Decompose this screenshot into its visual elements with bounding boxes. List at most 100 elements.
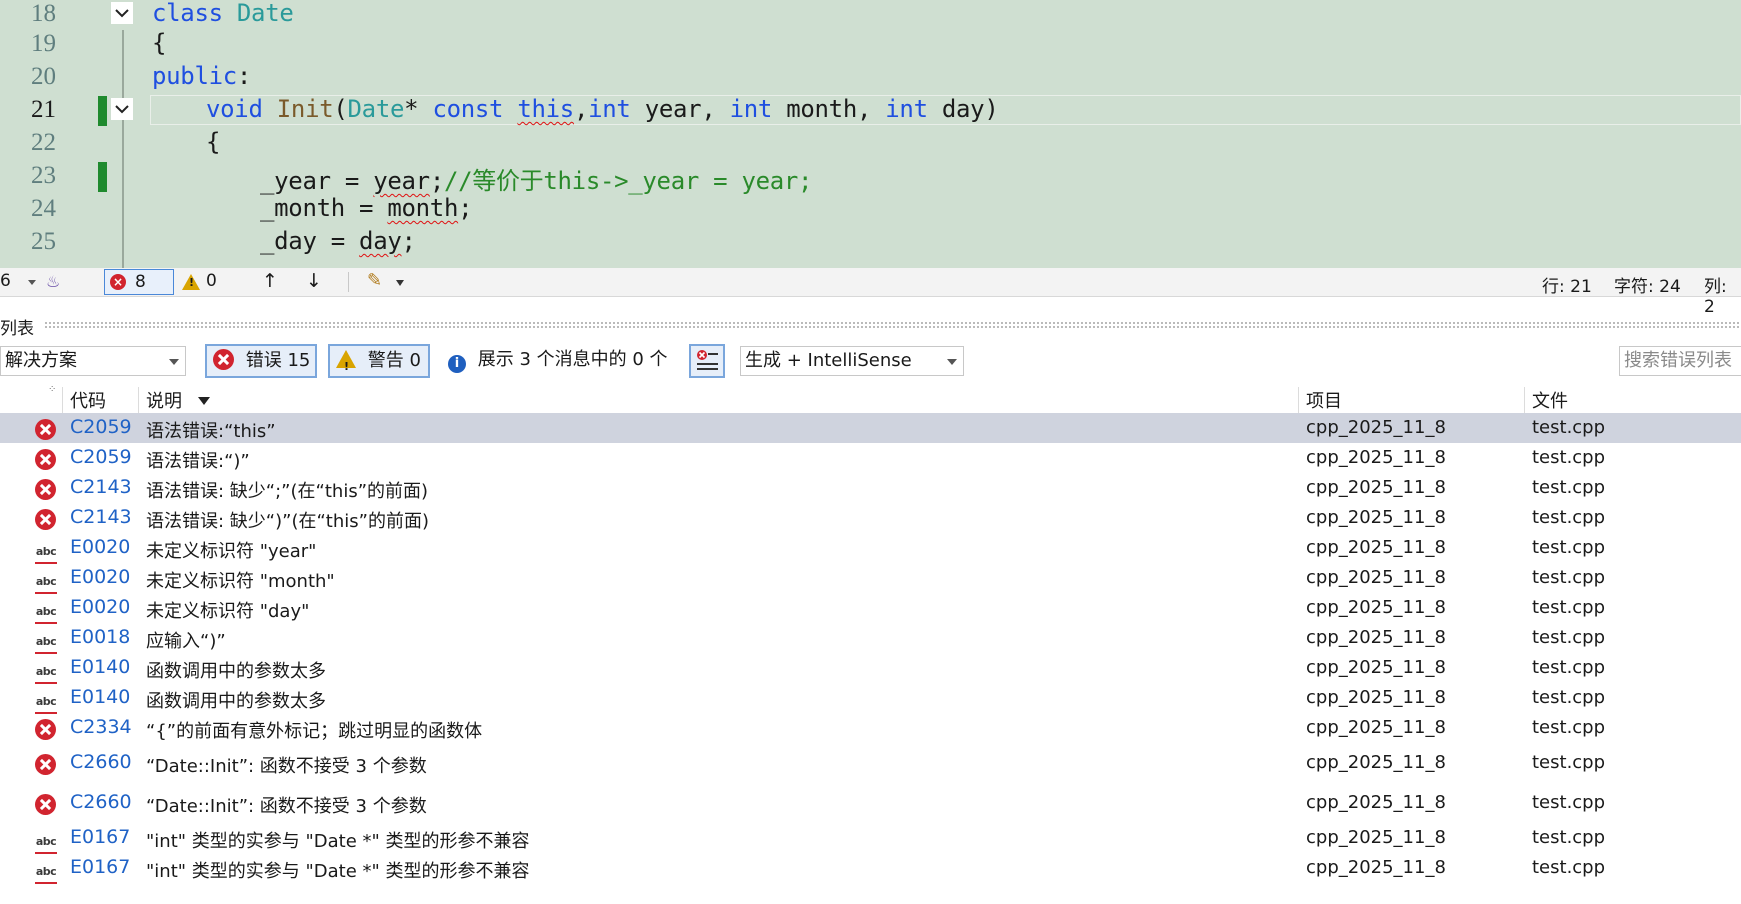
error-description: “Date::Init”: 函数不接受 3 个参数: [146, 756, 427, 777]
warnings-filter-button[interactable]: 警告 0: [328, 344, 430, 382]
filter-options-button[interactable]: [689, 344, 725, 378]
table-row[interactable]: abc E0020 未定义标识符 "year" cpp_2025_11_8 test.c…: [0, 533, 1741, 564]
table-row[interactable]: abc E0167 "int" 类型的实参与 "Date *" 类型的形参不兼容 cp…: [0, 853, 1741, 884]
divider: [348, 272, 349, 292]
code-line-19[interactable]: 19 {: [0, 28, 1741, 61]
intellicode-icon[interactable]: ♨: [46, 272, 60, 291]
line-number: 20: [31, 63, 56, 90]
spell-check-icon: abc: [35, 659, 57, 684]
error-code-link[interactable]: C2143: [70, 476, 132, 498]
code-line-18[interactable]: 18 class Date: [0, 0, 1741, 31]
code-text: _month = month;: [260, 194, 473, 222]
error-code-link[interactable]: E0140: [70, 656, 130, 678]
error-description: "int" 类型的实参与 "Date *" 类型的形参不兼容: [146, 861, 530, 882]
error-file: test.cpp: [1532, 827, 1606, 848]
zoom-value: 6: [0, 271, 11, 291]
column-header-file[interactable]: 文件: [1532, 387, 1568, 413]
code-line-25[interactable]: 25 _day = day;: [0, 226, 1741, 259]
drag-grip[interactable]: [44, 321, 1741, 329]
code-text: {: [152, 29, 167, 57]
error-description: 未定义标识符 "year": [146, 541, 317, 562]
table-row[interactable]: C2143 语法错误: 缺少“)”(在“this”的前面) cpp_2025_11_…: [0, 503, 1741, 533]
warning-count: 0: [206, 271, 217, 291]
column-header-description[interactable]: 说明: [146, 387, 210, 413]
error-description: 未定义标识符 "month": [146, 571, 335, 592]
code-line-20[interactable]: 20 public:: [0, 61, 1741, 94]
column-header-project[interactable]: 项目: [1306, 387, 1342, 413]
previous-issue-button[interactable]: ↑: [262, 270, 278, 292]
error-code-link[interactable]: E0167: [70, 826, 130, 848]
column-options-icon[interactable]: ⁘: [48, 384, 56, 395]
error-icon: [35, 479, 56, 505]
warning-count-button[interactable]: 0: [180, 269, 225, 295]
error-description: “{”的前面有意外标记；跳过明显的函数体: [146, 721, 483, 742]
code-line-23[interactable]: 23 _year = year;//等价于this->_year = year;: [0, 160, 1741, 195]
error-icon: [35, 754, 56, 780]
code-line-21[interactable]: 21 void Init(Date* const this,int year, …: [0, 94, 1741, 127]
error-project: cpp_2025_11_8: [1306, 717, 1446, 738]
error-file: test.cpp: [1532, 627, 1606, 648]
messages-filter-button[interactable]: i 展示 3 个消息中的 0 个: [441, 344, 673, 378]
change-marker: [98, 162, 107, 192]
table-row[interactable]: C2660 “Date::Init”: 函数不接受 3 个参数 cpp_2025_1…: [0, 788, 1741, 818]
source-dropdown[interactable]: 生成 + IntelliSense: [740, 346, 964, 376]
code-line-22[interactable]: 22 {: [0, 127, 1741, 160]
collapse-icon[interactable]: [111, 98, 133, 120]
error-code-link[interactable]: E0167: [70, 856, 130, 878]
error-code-link[interactable]: C2660: [70, 791, 132, 813]
table-row[interactable]: abc E0020 未定义标识符 "month" cpp_2025_11_8 test.…: [0, 563, 1741, 594]
error-code-link[interactable]: C2059: [70, 446, 132, 468]
line-number: 23: [31, 162, 56, 189]
error-project: cpp_2025_11_8: [1306, 687, 1446, 708]
error-count-button[interactable]: × 8: [104, 269, 174, 295]
table-row[interactable]: abc E0018 应输入“)” cpp_2025_11_8 test.cpp: [0, 623, 1741, 654]
code-line-24[interactable]: 24 _month = month;: [0, 193, 1741, 226]
code-editor[interactable]: 18 class Date 19 { 20 public: 21 void In…: [0, 0, 1741, 268]
chevron-down-icon[interactable]: [396, 280, 404, 286]
error-code-link[interactable]: E0020: [70, 566, 130, 588]
error-icon: [35, 419, 56, 445]
table-row[interactable]: abc E0167 "int" 类型的实参与 "Date *" 类型的形参不兼容 cp…: [0, 823, 1741, 854]
scope-dropdown[interactable]: 解决方案: [0, 346, 186, 376]
column-header-code[interactable]: 代码: [70, 387, 106, 413]
error-code-link[interactable]: E0020: [70, 536, 130, 558]
line-number: 25: [31, 228, 56, 255]
zoom-combo[interactable]: 6: [0, 271, 40, 293]
error-code-link[interactable]: E0018: [70, 626, 130, 648]
collapse-icon[interactable]: [111, 2, 133, 24]
table-row[interactable]: C2059 语法错误:“this” cpp_2025_11_8 test.cpp: [0, 413, 1741, 443]
spell-check-icon: abc: [35, 539, 57, 564]
table-row[interactable]: abc E0020 未定义标识符 "day" cpp_2025_11_8 test.cp…: [0, 593, 1741, 624]
error-code-link[interactable]: E0020: [70, 596, 130, 618]
table-row[interactable]: abc E0140 函数调用中的参数太多 cpp_2025_11_8 test.cpp: [0, 683, 1741, 714]
table-row[interactable]: C2334 “{”的前面有意外标记；跳过明显的函数体 cpp_2025_11_8 te…: [0, 713, 1741, 743]
error-file: test.cpp: [1532, 507, 1606, 528]
error-file: test.cpp: [1532, 657, 1606, 678]
table-row[interactable]: C2059 语法错误:“)” cpp_2025_11_8 test.cpp: [0, 443, 1741, 473]
errors-filter-button[interactable]: 错误 15: [205, 344, 317, 378]
spell-check-icon: abc: [35, 599, 57, 624]
error-project: cpp_2025_11_8: [1306, 537, 1446, 558]
spell-check-icon: abc: [35, 569, 57, 594]
search-input[interactable]: 搜索错误列表: [1619, 346, 1741, 376]
next-issue-button[interactable]: ↓: [306, 270, 322, 292]
chevron-down-icon: [947, 359, 957, 365]
spell-check-icon: abc: [35, 629, 57, 654]
error-code-link[interactable]: C2334: [70, 716, 132, 738]
error-code-link[interactable]: C2660: [70, 751, 132, 773]
code-text: _year = year;//等价于this->_year = year;: [260, 167, 813, 195]
table-row[interactable]: C2143 语法错误: 缺少“;”(在“this”的前面) cpp_2025_11_…: [0, 473, 1741, 503]
table-row[interactable]: C2660 “Date::Init”: 函数不接受 3 个参数 cpp_2025_1…: [0, 748, 1741, 778]
search-placeholder: 搜索错误列表: [1624, 350, 1732, 371]
error-list-title-bar[interactable]: 列表: [0, 310, 1741, 340]
cleanup-brush-icon[interactable]: ✎: [367, 270, 382, 291]
error-project: cpp_2025_11_8: [1306, 627, 1446, 648]
error-code-link[interactable]: C2143: [70, 506, 132, 528]
warnings-filter-label: 警告 0: [367, 350, 421, 371]
line-indicator: 行: 21: [1542, 277, 1592, 297]
error-list-toolbar: 解决方案 错误 15 警告 0 i 展示 3 个消息中的 0 个 生成 + In…: [0, 342, 1741, 382]
table-row[interactable]: abc E0140 函数调用中的参数太多 cpp_2025_11_8 test.cpp: [0, 653, 1741, 684]
code-text: void Init(Date* const this,int year, int…: [206, 95, 999, 123]
error-code-link[interactable]: E0140: [70, 686, 130, 708]
error-code-link[interactable]: C2059: [70, 416, 132, 438]
